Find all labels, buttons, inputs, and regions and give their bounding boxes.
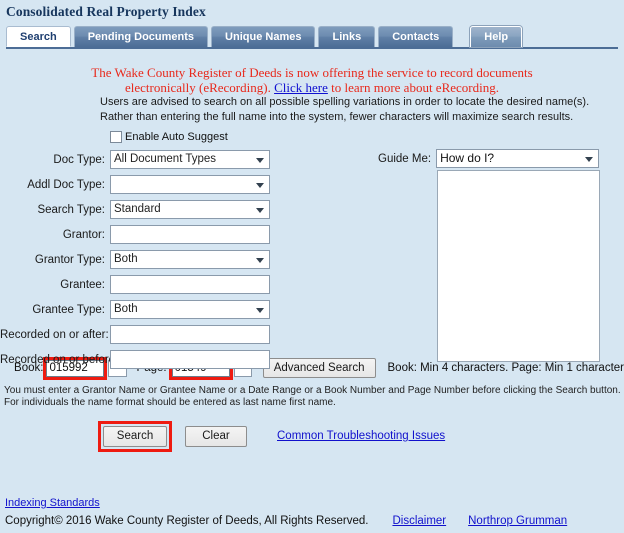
tab-unique-names[interactable]: Unique Names bbox=[211, 26, 316, 47]
tab-bar: Search Pending Documents Unique Names Li… bbox=[0, 24, 624, 47]
tab-contacts[interactable]: Contacts bbox=[378, 26, 454, 47]
input-grantor[interactable] bbox=[110, 225, 270, 244]
disclaimer-link[interactable]: Disclaimer bbox=[392, 515, 446, 527]
form-area: Doc Type: All Document Types Addl Doc Ty… bbox=[0, 149, 624, 369]
label-grantor: Grantor: bbox=[62, 228, 105, 241]
select-search-type[interactable]: Standard bbox=[110, 200, 270, 219]
chevron-down-icon bbox=[256, 182, 264, 188]
tab-help[interactable]: Help bbox=[470, 26, 523, 47]
notice-line-2-before: electronically (eRecording). bbox=[125, 80, 275, 95]
search-button-highlight: Search bbox=[98, 420, 172, 452]
page-title: Consolidated Real Property Index bbox=[6, 4, 206, 19]
label-guide-me: Guide Me: bbox=[378, 152, 432, 165]
footer: Indexing Standards Copyright© 2016 Wake … bbox=[0, 497, 624, 527]
select-search-type-value: Standard bbox=[114, 203, 161, 215]
label-grantee: Grantee: bbox=[60, 278, 105, 291]
input-recorded-on-or-before[interactable] bbox=[110, 350, 270, 369]
guide-me-textarea[interactable] bbox=[437, 170, 600, 362]
advisory-line-2: Rather than entering the full name into … bbox=[100, 110, 574, 123]
chevron-down-icon bbox=[585, 156, 594, 162]
advisory-line-1: Users are advised to search on all possi… bbox=[100, 96, 590, 108]
chevron-down-icon bbox=[256, 257, 264, 263]
northrop-grumman-link[interactable]: Northrop Grumman bbox=[468, 515, 567, 527]
advisory-text: Users are advised to search on all possi… bbox=[0, 95, 624, 124]
erecording-notice: The Wake County Register of Deeds is now… bbox=[0, 57, 624, 95]
label-search-type: Search Type: bbox=[37, 203, 105, 216]
requirements-line-1: You must enter a Grantor Name or Grantee… bbox=[4, 385, 621, 396]
input-recorded-on-or-after[interactable] bbox=[110, 325, 270, 344]
label-doc-type: Doc Type: bbox=[53, 153, 105, 166]
select-addl-doc-type[interactable] bbox=[110, 175, 270, 194]
select-grantee-type[interactable]: Both bbox=[110, 300, 270, 319]
select-grantor-type[interactable]: Both bbox=[110, 250, 270, 269]
guide-me-row: Guide Me: How do I? bbox=[378, 149, 600, 168]
requirements-line-2: For individuals the name format should b… bbox=[4, 397, 336, 408]
label-recorded-on-or-before: Recorded on or before: bbox=[0, 353, 119, 366]
notice-line-1: The Wake County Register of Deeds is now… bbox=[91, 65, 533, 80]
select-doc-type[interactable]: All Document Types bbox=[110, 150, 270, 169]
label-grantor-type: Grantor Type: bbox=[34, 253, 105, 266]
tab-search[interactable]: Search bbox=[6, 26, 71, 47]
select-doc-type-value: All Document Types bbox=[114, 153, 217, 165]
erecording-click-here-link[interactable]: Click here bbox=[274, 80, 328, 95]
chevron-down-icon bbox=[256, 307, 264, 313]
common-troubleshooting-issues-link[interactable]: Common Troubleshooting Issues bbox=[277, 430, 445, 442]
search-requirements-text: You must enter a Grantor Name or Grantee… bbox=[0, 385, 624, 409]
label-recorded-on-or-after: Recorded on or after: bbox=[0, 328, 109, 341]
indexing-standards-link[interactable]: Indexing Standards bbox=[5, 497, 100, 509]
label-grantee-type: Grantee Type: bbox=[32, 303, 105, 316]
select-grantee-type-value: Both bbox=[114, 303, 138, 315]
guide-me-panel: Guide Me: How do I? bbox=[378, 149, 600, 362]
tab-pending-documents[interactable]: Pending Documents bbox=[73, 26, 209, 47]
tab-links[interactable]: Links bbox=[318, 26, 376, 47]
chevron-down-icon bbox=[256, 157, 264, 163]
select-guide-me-value: How do I? bbox=[440, 151, 495, 165]
action-buttons-row: Search Clear Common Troubleshooting Issu… bbox=[0, 420, 624, 452]
notice-line-2-after: to learn more about eRecording. bbox=[327, 80, 499, 95]
label-addl-doc-type: Addl Doc Type: bbox=[27, 178, 105, 191]
enable-auto-suggest-checkbox[interactable] bbox=[110, 131, 122, 143]
copyright-row: Copyright© 2016 Wake County Register of … bbox=[5, 515, 624, 527]
search-button[interactable]: Search bbox=[103, 425, 167, 447]
input-grantee[interactable] bbox=[110, 275, 270, 294]
select-guide-me[interactable]: How do I? bbox=[436, 149, 600, 168]
search-form-panel: The Wake County Register of Deeds is now… bbox=[0, 49, 624, 452]
clear-button[interactable]: Clear bbox=[185, 425, 247, 447]
auto-suggest-row: Enable Auto Suggest bbox=[0, 131, 624, 143]
chevron-down-icon bbox=[256, 207, 264, 213]
copyright-text: Copyright© 2016 Wake County Register of … bbox=[5, 515, 369, 527]
select-grantor-type-value: Both bbox=[114, 253, 138, 265]
enable-auto-suggest-label: Enable Auto Suggest bbox=[125, 131, 228, 143]
